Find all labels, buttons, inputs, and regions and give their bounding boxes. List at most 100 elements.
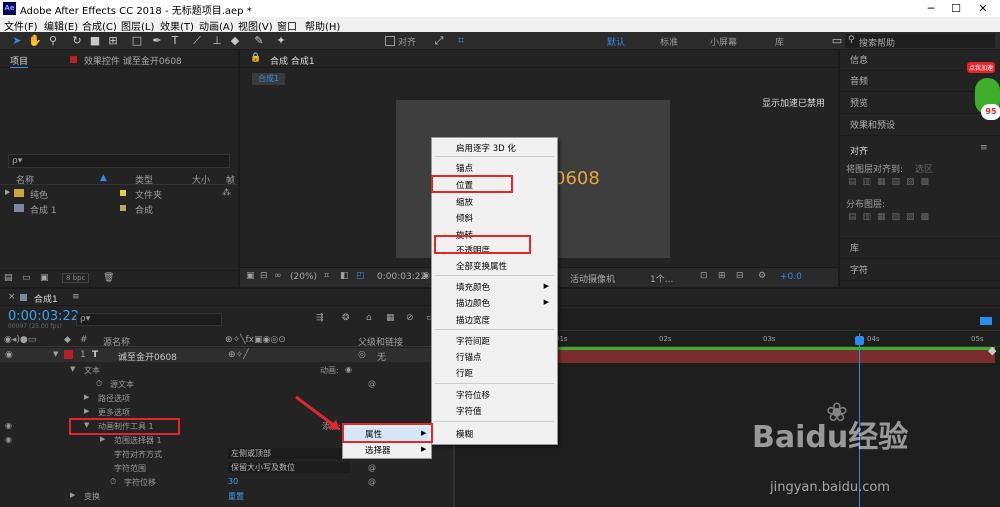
display-icon[interactable]: ⊟: [260, 271, 268, 281]
menu-item-tracking[interactable]: 字符间距: [456, 335, 490, 347]
expand-arrow-icon[interactable]: ▼: [70, 365, 75, 373]
column-extra[interactable]: 帧: [226, 173, 235, 186]
add-animator-icon[interactable]: ◉: [345, 365, 352, 374]
timeline-timecode[interactable]: 0:00:03:22: [8, 309, 79, 324]
grid-icon[interactable]: ⌗: [324, 271, 329, 281]
active-camera-dropdown[interactable]: 活动摄像机: [570, 272, 615, 285]
expand-arrow-icon[interactable]: ▶: [100, 435, 105, 443]
expression-icon[interactable]: @: [368, 379, 376, 388]
menu-view[interactable]: 视图(V): [238, 18, 273, 33]
panel-menu-icon[interactable]: ≡: [980, 143, 988, 153]
project-search-input[interactable]: ρ▾: [8, 154, 230, 168]
delete-icon[interactable]: 🗑: [103, 273, 114, 283]
eraser-tool-icon[interactable]: ◆: [228, 34, 242, 48]
menu-composition[interactable]: 合成(C): [82, 18, 117, 33]
menu-item-blur[interactable]: 模糊: [456, 428, 473, 440]
menu-effect[interactable]: 效果(T): [160, 18, 194, 33]
pen-tool-icon[interactable]: ✒: [150, 34, 164, 48]
draft-3d-icon[interactable]: ❂: [342, 313, 350, 323]
layer-switches-icon[interactable]: ⊕✧╱: [228, 350, 249, 360]
maximize-button[interactable]: ☐: [945, 0, 967, 17]
rotate-tool-icon[interactable]: ↻: [70, 34, 84, 48]
menu-help[interactable]: 帮助(H): [305, 18, 340, 33]
new-composition-icon[interactable]: ▣: [40, 273, 49, 283]
menu-item-anchor[interactable]: 锚点: [456, 162, 473, 174]
property-row[interactable]: 字符范围 保留大小写及数位 @: [0, 461, 455, 475]
hand-tool-icon[interactable]: ✋: [28, 34, 42, 48]
roto-brush-tool-icon[interactable]: ✎: [252, 34, 266, 48]
playhead-handle-icon[interactable]: [855, 336, 864, 345]
character-panel-tab[interactable]: 字符: [840, 261, 1000, 281]
menu-item-character-offset[interactable]: 字符位移: [456, 389, 490, 401]
parent-dropdown[interactable]: 无: [377, 350, 386, 363]
menu-item-enable-3d[interactable]: 启用逐字 3D 化: [456, 142, 516, 154]
column-size[interactable]: 大小: [192, 173, 210, 186]
mask-icon[interactable]: ∞: [274, 271, 282, 281]
always-preview-icon[interactable]: ▣: [246, 271, 255, 281]
exposure-value[interactable]: +0.0: [780, 272, 802, 282]
property-row[interactable]: ▼ 文本 动画: ◉: [0, 363, 455, 377]
workspace-small-screen[interactable]: 小屏幕: [710, 35, 737, 48]
region-icon[interactable]: ◰: [356, 271, 365, 281]
property-value-dropdown[interactable]: 保留大小写及数位: [228, 462, 350, 473]
menu-item-stroke-width[interactable]: 描边宽度: [456, 314, 490, 326]
views-dropdown[interactable]: 1个...: [650, 272, 673, 285]
bit-depth-button[interactable]: 8 bpc: [62, 273, 90, 283]
brush-tool-icon[interactable]: ⟋: [190, 34, 204, 48]
new-folder-icon[interactable]: ▭: [22, 273, 31, 283]
interpret-footage-icon[interactable]: ▤: [4, 273, 13, 283]
clone-stamp-tool-icon[interactable]: ⊥: [210, 34, 224, 48]
close-button[interactable]: ✕: [972, 0, 994, 17]
minimize-button[interactable]: ─: [920, 0, 942, 17]
stopwatch-icon[interactable]: ⏱: [110, 477, 116, 487]
align-checkbox[interactable]: [385, 36, 395, 46]
expand-arrow-icon[interactable]: ▶: [70, 491, 75, 499]
workspace-default[interactable]: 默认: [607, 35, 625, 48]
workspace-menu-icon[interactable]: ▭: [830, 34, 844, 48]
library-panel-tab[interactable]: 库: [840, 239, 1000, 259]
lock-icon[interactable]: 🔒: [250, 53, 261, 63]
layer-row[interactable]: ◉ ▼ 1 T 诚至金开0608 ⊕✧╱ ◎ 无: [0, 348, 455, 363]
layer-name[interactable]: 诚至金开0608: [118, 350, 177, 363]
menu-item-fill-color[interactable]: 填充颜色: [456, 281, 490, 293]
layer-label-color[interactable]: [64, 350, 73, 359]
snap-options-icon[interactable]: ⌗: [454, 34, 468, 48]
distribute-buttons-icon[interactable]: ▤▥▦▧▨▩: [848, 212, 935, 222]
property-value[interactable]: 30: [228, 477, 238, 486]
menu-item-all-transform[interactable]: 全部变换属性: [456, 260, 507, 272]
speed-up-badge[interactable]: 点我加速 95: [967, 56, 1000, 120]
expression-icon[interactable]: @: [368, 463, 376, 472]
expand-arrow-icon[interactable]: ▶: [84, 407, 89, 415]
project-item-row[interactable]: ▶ 纯色 文件夹 ⁂: [0, 187, 238, 201]
selection-tool-icon[interactable]: ➤: [10, 34, 24, 48]
align-buttons-icon[interactable]: ▤▥▦▧▨▩: [848, 177, 935, 187]
menu-item-line-spacing[interactable]: 行距: [456, 367, 473, 379]
expand-arrow-icon[interactable]: ▶: [84, 393, 89, 401]
tab-project[interactable]: 项目: [10, 54, 29, 68]
shy-icon[interactable]: ⌂: [366, 313, 372, 323]
column-name[interactable]: 名称: [16, 173, 34, 186]
menu-item-line-anchor[interactable]: 行锚点: [456, 351, 482, 363]
close-tab-icon[interactable]: ×: [8, 292, 16, 302]
zoom-dropdown[interactable]: (20%): [290, 272, 317, 282]
frame-blending-icon[interactable]: ▦: [386, 313, 395, 323]
tab-timeline-comp[interactable]: 合成1: [34, 292, 58, 305]
menu-item-stroke-color[interactable]: 描边颜色: [456, 297, 490, 309]
parent-link-column[interactable]: 父级和链接: [358, 335, 403, 348]
menu-item-skew[interactable]: 倾斜: [456, 212, 473, 224]
property-row[interactable]: ⏱ 源文本 @: [0, 377, 455, 391]
flowchart-icon[interactable]: ⊟: [736, 271, 744, 281]
align-to-dropdown[interactable]: 选区: [915, 162, 933, 175]
camera-tool-icon[interactable]: ■: [88, 34, 102, 48]
property-row[interactable]: ▶ 更多选项: [0, 405, 455, 419]
timeline-icon[interactable]: ⊞: [718, 271, 726, 281]
property-row[interactable]: ⏱ 字符位移 30 @: [0, 475, 455, 489]
snapshot-icon[interactable]: ◉: [422, 271, 430, 281]
puppet-tool-icon[interactable]: ✦: [274, 34, 288, 48]
visibility-eye-icon[interactable]: ◉: [5, 350, 13, 360]
menu-layer[interactable]: 图层(L): [121, 18, 154, 33]
menu-item-selector[interactable]: 选择器: [365, 444, 391, 456]
property-row[interactable]: ▶ 变换 重置: [0, 489, 455, 503]
menu-item-scale[interactable]: 缩放: [456, 196, 473, 208]
property-value[interactable]: 重置: [228, 491, 244, 502]
